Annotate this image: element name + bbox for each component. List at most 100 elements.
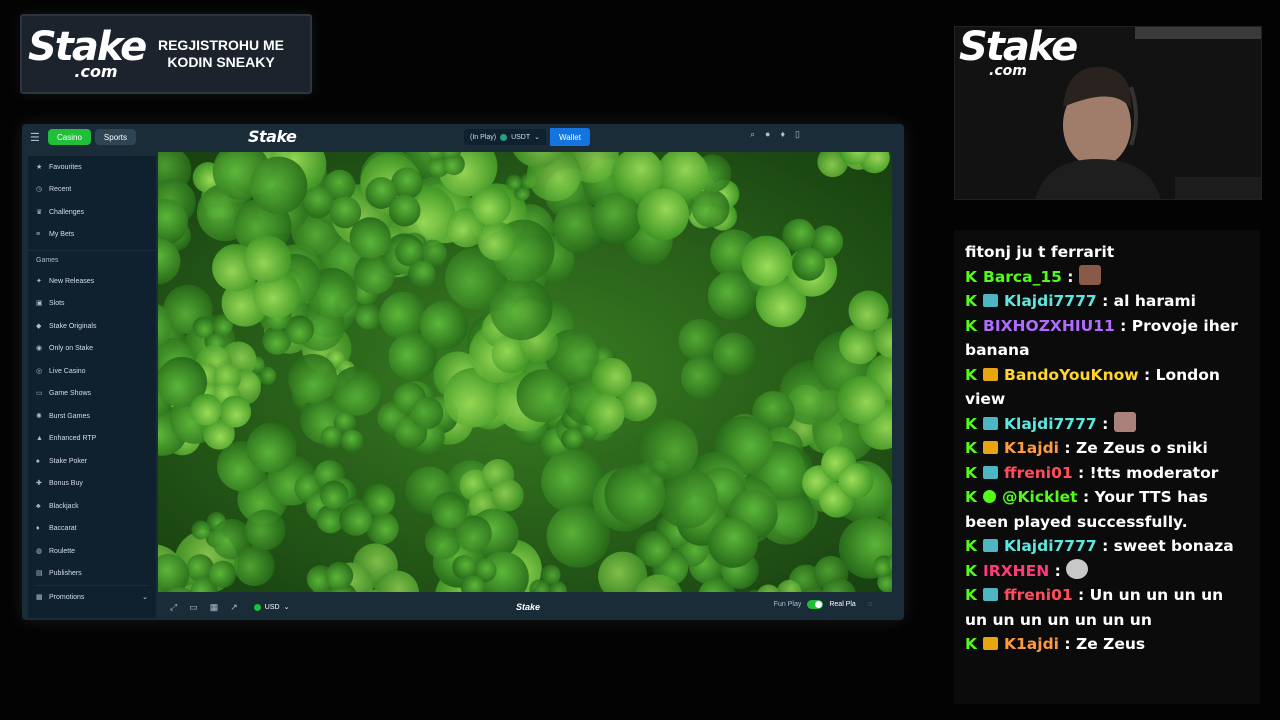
sidebar-item-stake-poker[interactable]: ♠ Stake Poker: [28, 450, 156, 473]
chat-username[interactable]: Klajdi7777: [1004, 537, 1097, 555]
sidebar-item-promotions[interactable]: ▦ Promotions ⌄: [28, 586, 156, 609]
chat-username[interactable]: ffreni01: [1004, 464, 1073, 482]
sidebar-item-game-shows[interactable]: ▭ Game Shows: [28, 383, 156, 406]
user-icon[interactable]: ●: [765, 129, 770, 140]
chat-message: K BandoYouKnow : London view: [965, 365, 1220, 409]
kick-icon: K: [965, 488, 978, 506]
chat-panel: fitonj ju t ferrarit K Barca_15 : K Klajdi…: [954, 230, 1260, 704]
chat-username[interactable]: BIXHOZXHIU11: [983, 317, 1115, 335]
chat-username[interactable]: @Kicklet: [1002, 488, 1078, 506]
sidebar-item-publishers[interactable]: ▤ Publishers: [28, 563, 156, 586]
kick-icon: K: [965, 365, 978, 384]
kick-icon: K: [965, 267, 978, 286]
wallet-button[interactable]: Wallet: [550, 128, 590, 146]
popout-icon[interactable]: ↗: [230, 602, 238, 613]
headset-icon[interactable]: ◌: [868, 601, 872, 608]
clock-icon: ◷: [36, 186, 43, 194]
games-heading: Games: [28, 250, 156, 270]
chat-username[interactable]: Barca_15: [983, 268, 1062, 286]
sidebar-item-slots[interactable]: ▣ Slots: [28, 293, 156, 316]
chevron-down-icon: ⌄: [534, 134, 540, 141]
real-play-label: Real Pla: [829, 601, 856, 608]
kick-icon: K: [965, 463, 978, 482]
stats-icon[interactable]: ▦: [210, 602, 219, 613]
fun-play-label: Fun Play: [773, 601, 802, 608]
game-canvas[interactable]: [158, 152, 892, 592]
chat-message: K K1ajdi : Ze Zeus o sniki: [965, 439, 1208, 457]
search-icon[interactable]: ⌕: [750, 129, 755, 140]
sidebar-item-roulette[interactable]: ◍ Roulette: [28, 540, 156, 563]
chat-text: al harami: [1113, 292, 1196, 310]
menu-icon[interactable]: ☰: [30, 131, 44, 144]
chat-message: Kffreni01 : Un un un un un un un un un u…: [965, 586, 1224, 629]
sidebar-item-label: Challenges: [49, 208, 85, 216]
sidebar-item-bonus-buy[interactable]: ✚ Bonus Buy: [28, 473, 156, 496]
tv-icon: ▭: [36, 390, 43, 398]
kick-icon: K: [965, 561, 978, 580]
sidebar-games-list: ✦ New Releases ▣ Slots ◆ Stake Originals ◉ O…: [28, 270, 156, 585]
baccarat-icon: ♦: [36, 525, 40, 533]
sidebar-item-favourites[interactable]: ★ Favourites: [28, 156, 156, 179]
chat-username[interactable]: IRXHEN: [983, 562, 1049, 580]
chat-message: Kffreni01 : !tts moderator: [965, 463, 1219, 482]
kick-icon: K: [965, 316, 978, 335]
promo-banner: Stake .com REGJISTROHU ME KODIN SNEAKY: [20, 14, 312, 94]
kick-icon: K: [965, 586, 978, 604]
chat-username[interactable]: Klajdi7777: [1004, 415, 1097, 433]
balance-selector[interactable]: (In Play) USDT ⌄: [464, 129, 546, 145]
chat-username[interactable]: ffreni01: [1004, 586, 1073, 604]
sidebar-item-label: Enhanced RTP: [49, 435, 97, 443]
chat-clipped-line: [954, 230, 1260, 240]
sidebar-item-recent[interactable]: ◷ Recent: [28, 179, 156, 202]
usdt-coin-icon: [500, 133, 508, 141]
chat-message: K IRXHEN :: [954, 558, 1260, 584]
sidebar-item-burst-games[interactable]: ✺ Burst Games: [28, 405, 156, 428]
fullscreen-icon[interactable]: ⤢: [170, 602, 177, 613]
theatre-icon[interactable]: ▭: [189, 602, 198, 613]
sidebar-item-label: My Bets: [49, 231, 75, 239]
top-icons: ⌕ ● ♦ ▯: [750, 129, 800, 140]
play-mode-switch[interactable]: [807, 600, 824, 609]
brand-logo[interactable]: Stake: [248, 127, 297, 146]
sidebar-item-blackjack[interactable]: ♣ Blackjack: [28, 495, 156, 518]
rtp-icon: ▲: [36, 435, 43, 443]
sidebar: ★ Favourites ◷ Recent ♛ Challenges ≡ My Bets…: [28, 156, 156, 618]
roulette-icon: ◍: [36, 547, 43, 555]
kick-icon: K: [965, 414, 978, 433]
chat-message: K Barca_15 :: [954, 264, 1260, 290]
sidebar-item-enhanced-rtp[interactable]: ▲ Enhanced RTP: [28, 428, 156, 451]
subscriber-badge-icon: [983, 465, 999, 479]
chat-message: K Klajdi7777 : sweet bonaza: [965, 537, 1234, 555]
sidebar-item-live-casino[interactable]: ◎ Live Casino: [28, 360, 156, 383]
casino-tab[interactable]: Casino: [48, 129, 91, 145]
chat-message: K BIXHOZXHIU11 : Provoje iher banana: [965, 316, 1238, 360]
balance-currency: USDT: [511, 133, 531, 141]
webcam-frame: Stake .com: [954, 26, 1262, 200]
kick-icon: K: [965, 439, 978, 457]
chat-username[interactable]: BandoYouKnow: [1004, 366, 1139, 384]
game-toolbar-logo: Stake: [516, 602, 541, 612]
bell-icon[interactable]: ♦: [780, 129, 785, 140]
chat-username[interactable]: K1ajdi: [1004, 635, 1059, 653]
burst-icon: ✺: [36, 412, 42, 420]
sidebar-item-stake-originals[interactable]: ◆ Stake Originals: [28, 315, 156, 338]
chat-username[interactable]: K1ajdi: [1004, 439, 1059, 457]
sports-tab[interactable]: Sports: [94, 129, 137, 145]
sidebar-item-only-on-stake[interactable]: ◉ Only on Stake: [28, 338, 156, 361]
sidebar-item-my-bets[interactable]: ≡ My Bets: [28, 224, 156, 247]
sidebar-item-label: Game Shows: [49, 390, 92, 398]
trophy-icon: ♛: [36, 208, 43, 216]
sidebar-item-baccarat[interactable]: ♦ Baccarat: [28, 518, 156, 541]
chat-username[interactable]: Klajdi7777: [1004, 292, 1097, 310]
sidebar-item-challenges[interactable]: ♛ Challenges: [28, 201, 156, 224]
game-toolbar: ⤢ ▭ ▦ ↗ USD ⌄ Stake Fun Play Real Pla ◌: [158, 594, 892, 620]
play-mode-toggle: Fun Play Real Pla ◌: [774, 600, 872, 609]
kick-icon: K: [965, 537, 978, 555]
clover-background: [158, 152, 892, 592]
crown-badge-icon: [983, 637, 999, 650]
chat-panel-icon[interactable]: ▯: [795, 129, 800, 140]
chevron-down-icon: ⌄: [283, 604, 290, 611]
sidebar-top-list: ★ Favourites ◷ Recent ♛ Challenges ≡ My Bets: [28, 156, 156, 246]
sidebar-item-new-releases[interactable]: ✦ New Releases: [28, 270, 156, 293]
currency-selector[interactable]: USD ⌄: [253, 603, 290, 611]
